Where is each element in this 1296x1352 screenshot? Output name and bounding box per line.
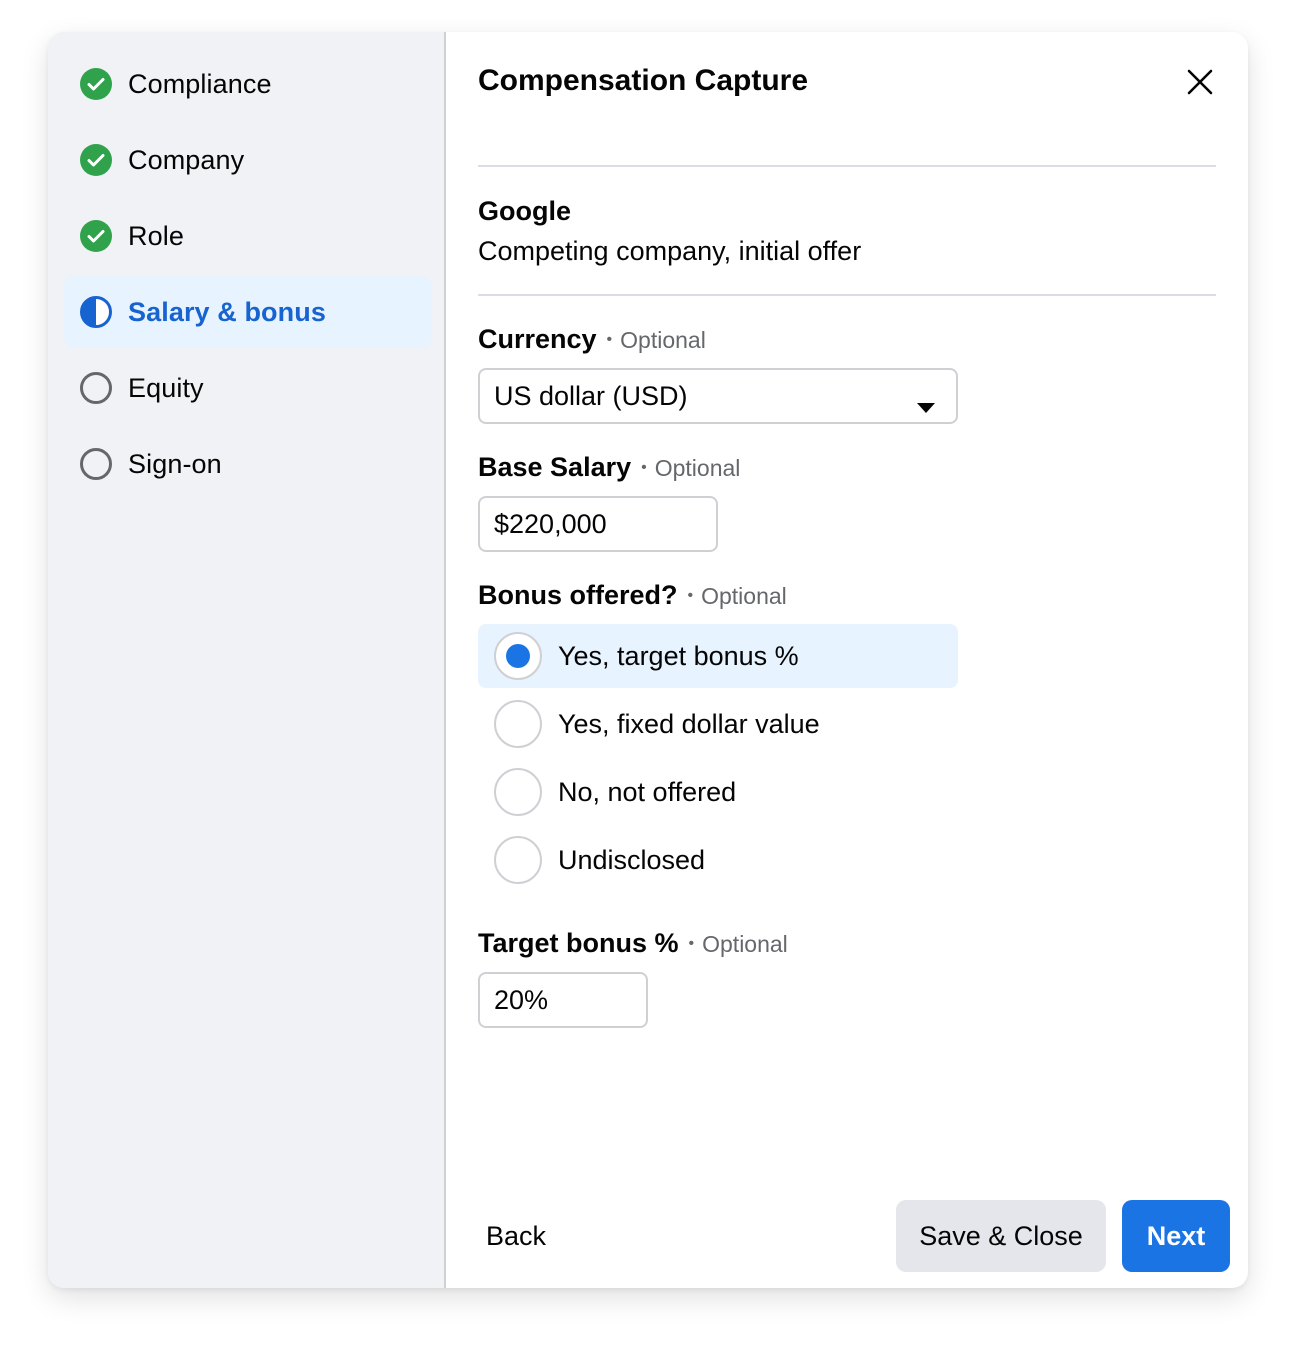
sidebar-step-label: Compliance — [128, 68, 272, 99]
separator-dot: • — [688, 935, 695, 952]
field-label-text: Target bonus % — [478, 928, 679, 958]
sidebar-step-label: Role — [128, 220, 184, 251]
separator-dot: • — [687, 587, 694, 604]
check-circle-icon — [80, 220, 112, 252]
bonus-option-fixed-dollar[interactable]: Yes, fixed dollar value — [478, 692, 958, 756]
back-button[interactable]: Back — [478, 1200, 554, 1272]
sidebar-step-label: Company — [128, 144, 245, 175]
caret-down-icon — [916, 390, 936, 421]
check-circle-icon — [80, 68, 112, 100]
bonus-option-not-offered[interactable]: No, not offered — [478, 760, 958, 824]
empty-circle-icon — [80, 448, 112, 480]
optional-tag: Optional — [701, 583, 787, 609]
sidebar-step-role[interactable]: Role — [64, 200, 432, 272]
sidebar-step-label: Equity — [128, 372, 204, 403]
divider — [478, 294, 1216, 296]
field-label-text: Bonus offered? — [478, 580, 678, 610]
save-close-button[interactable]: Save & Close — [896, 1200, 1106, 1272]
radio-label: Yes, target bonus % — [558, 640, 799, 671]
radio-dot — [506, 644, 530, 668]
sidebar-step-salary-bonus[interactable]: Salary & bonus — [64, 276, 432, 348]
field-label-text: Currency — [478, 324, 597, 354]
radio-label: No, not offered — [558, 776, 737, 807]
optional-tag: Optional — [654, 455, 741, 481]
sidebar-step-equity[interactable]: Equity — [64, 352, 432, 424]
radio-button[interactable] — [494, 836, 542, 884]
base-salary-value: $220,000 — [494, 508, 607, 539]
separator-dot: • — [641, 459, 647, 476]
base-salary-input[interactable]: $220,000 — [478, 496, 718, 552]
close-icon — [1186, 68, 1214, 101]
optional-tag: Optional — [702, 931, 788, 957]
radio-button-selected[interactable] — [494, 632, 542, 680]
empty-circle-icon — [80, 372, 112, 404]
separator-dot: • — [606, 331, 613, 348]
step-sidebar: Compliance Company Role Salary & bonus E… — [48, 32, 446, 1288]
sidebar-step-label: Salary & bonus — [128, 296, 326, 327]
sidebar-step-label: Sign-on — [128, 448, 222, 479]
currency-label: Currency • Optional — [478, 324, 706, 355]
base-salary-label: Base Salary • Optional — [478, 452, 740, 483]
bonus-option-target-percent[interactable]: Yes, target bonus % — [478, 624, 958, 688]
compensation-dialog: Compliance Company Role Salary & bonus E… — [48, 32, 1248, 1288]
optional-tag: Optional — [620, 327, 706, 353]
currency-select[interactable]: US dollar (USD) — [478, 368, 958, 424]
radio-label: Yes, fixed dollar value — [558, 708, 820, 739]
radio-button[interactable] — [494, 768, 542, 816]
target-bonus-input[interactable]: 20% — [478, 972, 648, 1028]
next-button[interactable]: Next — [1122, 1200, 1230, 1272]
sidebar-step-sign-on[interactable]: Sign-on — [64, 428, 432, 500]
bonus-offered-label: Bonus offered? • Optional — [478, 580, 787, 611]
currency-value: US dollar (USD) — [494, 380, 688, 411]
company-description: Competing company, initial offer — [478, 236, 862, 266]
sidebar-step-compliance[interactable]: Compliance — [64, 48, 432, 120]
target-bonus-value: 20% — [494, 984, 549, 1015]
target-bonus-label: Target bonus % • Optional — [478, 928, 788, 959]
check-circle-icon — [80, 144, 112, 176]
radio-button[interactable] — [494, 700, 542, 748]
main-panel: Compensation Capture Google Competing co… — [446, 32, 1248, 1288]
sidebar-step-company[interactable]: Company — [64, 124, 432, 196]
divider — [478, 165, 1216, 167]
half-circle-icon — [80, 296, 112, 328]
radio-label: Undisclosed — [558, 844, 706, 875]
close-button[interactable] — [1178, 62, 1222, 106]
bonus-option-undisclosed[interactable]: Undisclosed — [478, 828, 958, 892]
dialog-title: Compensation Capture — [478, 64, 809, 97]
field-label-text: Base Salary — [478, 452, 632, 482]
company-name: Google — [478, 196, 571, 226]
